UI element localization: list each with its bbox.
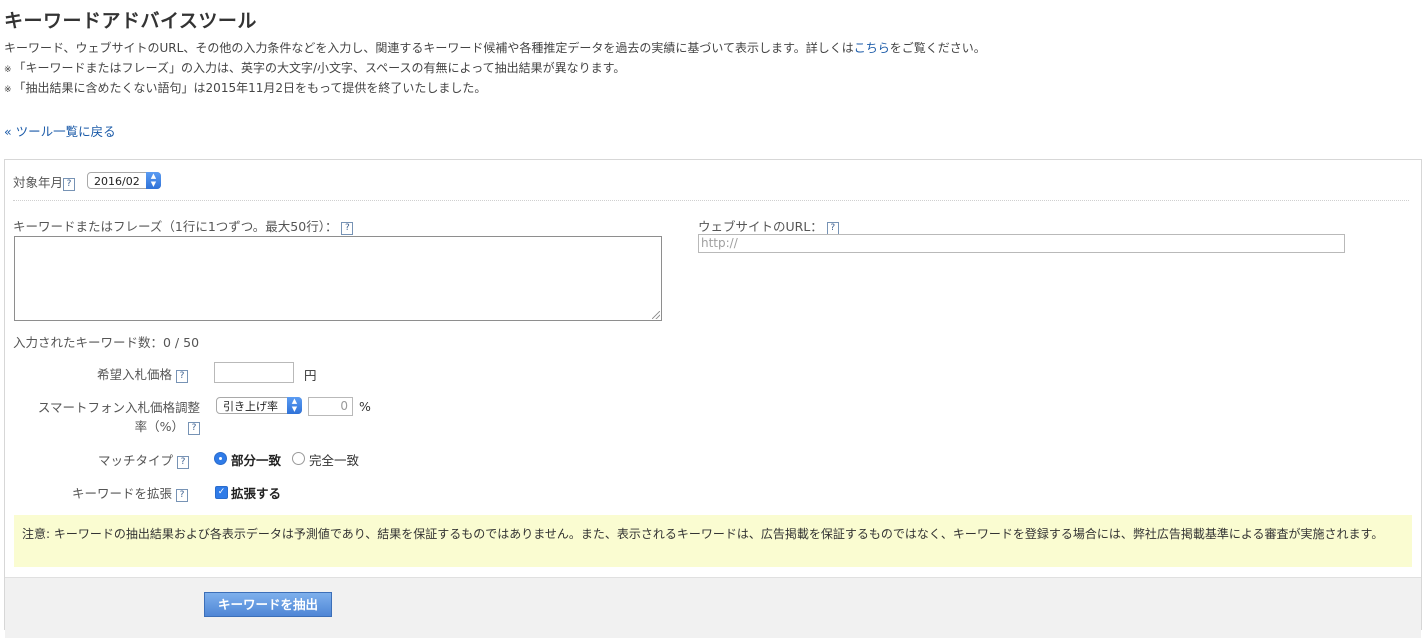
note-case-sensitivity: ※ 「キーワードまたはフレーズ」の入力は、英字の大文字/小文字、スペースの有無によ… [4, 61, 626, 75]
keyword-textarea[interactable] [14, 236, 662, 321]
help-icon[interactable]: ? [176, 489, 188, 502]
keyword-label: キーワードまたはフレーズ（1行に1つずつ。最大50行）： ? [13, 216, 354, 235]
target-month-label: 対象年月? [13, 172, 76, 191]
bid-unit: 円 [304, 368, 317, 383]
page-title: キーワードアドバイスツール [4, 10, 257, 32]
details-link[interactable]: こちら [854, 41, 890, 55]
match-partial-radio[interactable] [214, 452, 227, 465]
note-exclusion-discontinued: ※ 「抽出結果に含めたくない語句」は2015年11月2日をもって提供を終了いたしま… [4, 81, 487, 95]
keyword-form-panel: 対象年月? 2016/02 ▲ ▼ キーワードまたはフレーズ（1行に1つずつ。最大… [4, 159, 1422, 638]
help-icon[interactable]: ? [176, 370, 188, 383]
expand-checkbox[interactable]: ✓ [215, 486, 228, 499]
smartphone-rate-select[interactable]: 引き上げ率 ▲ ▼ [216, 397, 302, 414]
resize-handle-icon[interactable] [652, 311, 660, 319]
page-description: キーワード、ウェブサイトのURL、その他の入力条件などを入力し、関連するキーワー… [4, 41, 986, 55]
note-mark: ※ [4, 65, 12, 75]
help-icon[interactable]: ? [341, 222, 354, 235]
form-footer: キーワードを抽出 [5, 577, 1421, 638]
bid-label: 希望入札価格 ? [97, 364, 188, 383]
divider [13, 200, 1409, 201]
match-exact-label[interactable]: 完全一致 [309, 450, 359, 469]
match-partial-label[interactable]: 部分一致 [231, 450, 281, 469]
match-type-label: マッチタイプ ? [98, 450, 189, 469]
help-icon[interactable]: ? [188, 422, 200, 435]
keyword-count: 入力されたキーワード数：0 / 50 [13, 335, 200, 350]
smartphone-rate-unit: % [359, 399, 371, 414]
note-mark: ※ [4, 85, 12, 95]
url-input[interactable]: http:// [698, 234, 1345, 253]
extract-keywords-button[interactable]: キーワードを抽出 [204, 592, 332, 617]
expand-label: キーワードを拡張 ? [72, 483, 188, 502]
smartphone-rate-label: スマートフォン入札価格調整 率（%） ? [37, 400, 200, 435]
expand-option-label[interactable]: 拡張する [231, 483, 281, 502]
help-icon[interactable]: ? [63, 178, 76, 191]
disclaimer-notice: 注意: キーワードの抽出結果および各表示データは予測値であり、結果を保証するもの… [14, 515, 1412, 567]
select-arrows-icon: ▲ ▼ [287, 397, 302, 414]
bid-input[interactable] [214, 362, 294, 383]
match-exact-radio[interactable] [292, 452, 305, 465]
back-to-tools-link[interactable]: « ツール一覧に戻る [4, 121, 116, 140]
help-icon[interactable]: ? [177, 456, 189, 469]
target-month-select[interactable]: 2016/02 ▲ ▼ [87, 172, 161, 189]
url-label: ウェブサイトのURL： ? [698, 216, 839, 235]
select-arrows-icon: ▲ ▼ [146, 172, 161, 189]
smartphone-rate-input[interactable]: 0 [308, 397, 353, 416]
